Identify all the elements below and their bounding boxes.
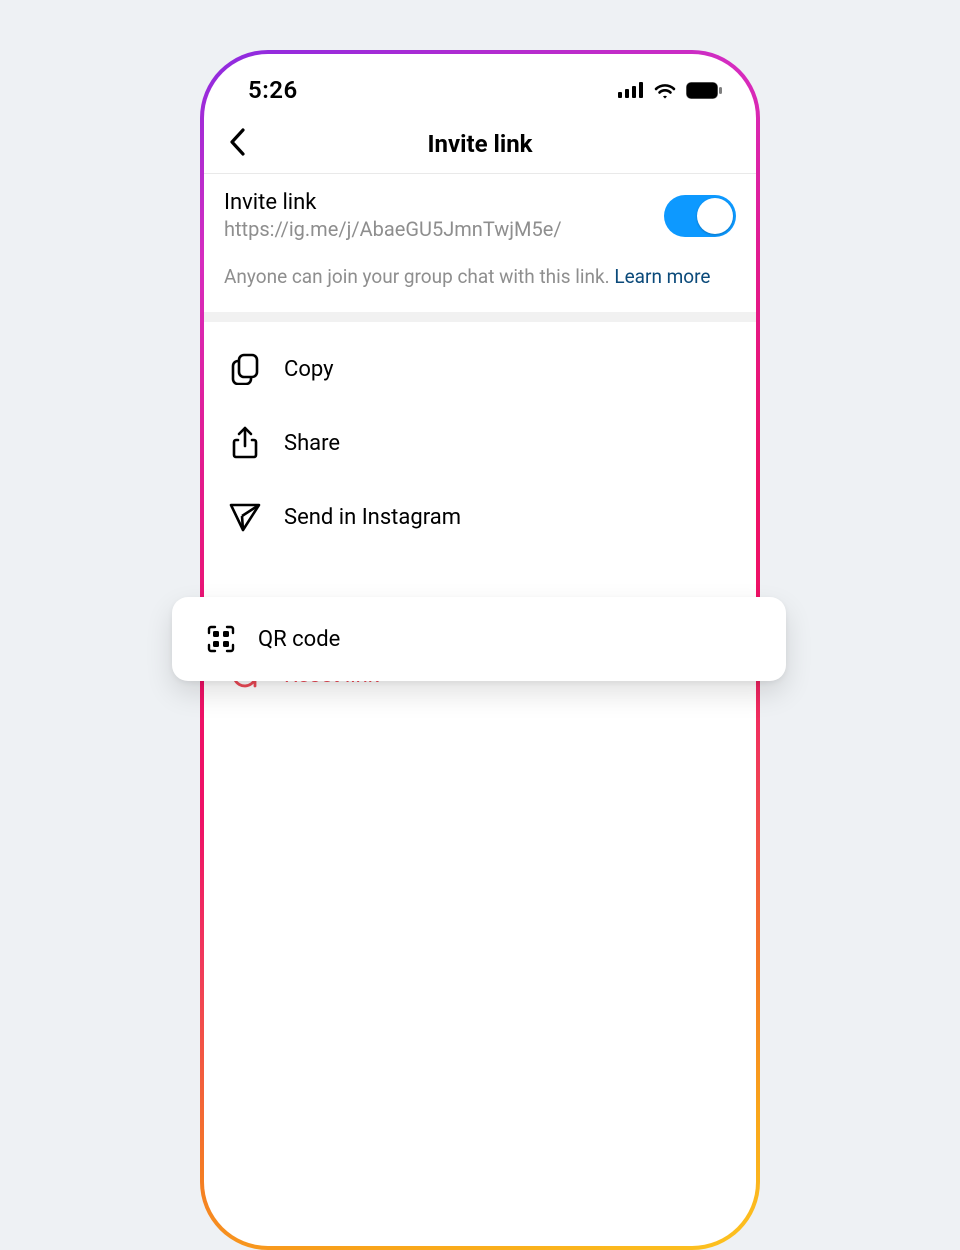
share-icon (228, 426, 262, 460)
share-label: Share (284, 431, 340, 456)
invite-link-section: Invite link https://ig.me/j/AbaeGU5JmnTw… (204, 174, 756, 322)
send-icon (228, 500, 262, 534)
qr-label: QR code (258, 627, 340, 652)
status-icons (618, 81, 722, 99)
invite-link-toggle[interactable] (664, 195, 736, 237)
invite-description-text: Anyone can join your group chat with thi… (224, 265, 614, 288)
invite-link-texts: Invite link https://ig.me/j/AbaeGU5JmnTw… (224, 190, 648, 241)
battery-icon (686, 82, 722, 99)
send-row[interactable]: Send in Instagram (204, 480, 756, 554)
send-label: Send in Instagram (284, 505, 461, 530)
share-row[interactable]: Share (204, 406, 756, 480)
toggle-knob (697, 198, 733, 234)
back-icon (228, 127, 248, 161)
page-title: Invite link (428, 130, 533, 158)
invite-link-row: Invite link https://ig.me/j/AbaeGU5JmnTw… (224, 190, 736, 241)
status-time: 5:26 (248, 76, 298, 104)
nav-header: Invite link (204, 114, 756, 174)
back-button[interactable] (218, 124, 258, 164)
qr-code-row[interactable]: QR code (172, 597, 786, 681)
invite-link-description: Anyone can join your group chat with thi… (224, 265, 736, 288)
wifi-icon (653, 81, 677, 99)
status-bar: 5:26 (204, 54, 756, 114)
app-canvas: 5:26 (0, 0, 960, 836)
learn-more-link[interactable]: Learn more (614, 265, 710, 288)
copy-label: Copy (284, 357, 334, 382)
signal-icon (618, 82, 644, 98)
invite-link-url: https://ig.me/j/AbaeGU5JmnTwjM5e/ (224, 217, 648, 241)
copy-row[interactable]: Copy (204, 332, 756, 406)
invite-link-title: Invite link (224, 190, 648, 215)
copy-icon (228, 352, 262, 386)
qr-icon (204, 622, 238, 656)
